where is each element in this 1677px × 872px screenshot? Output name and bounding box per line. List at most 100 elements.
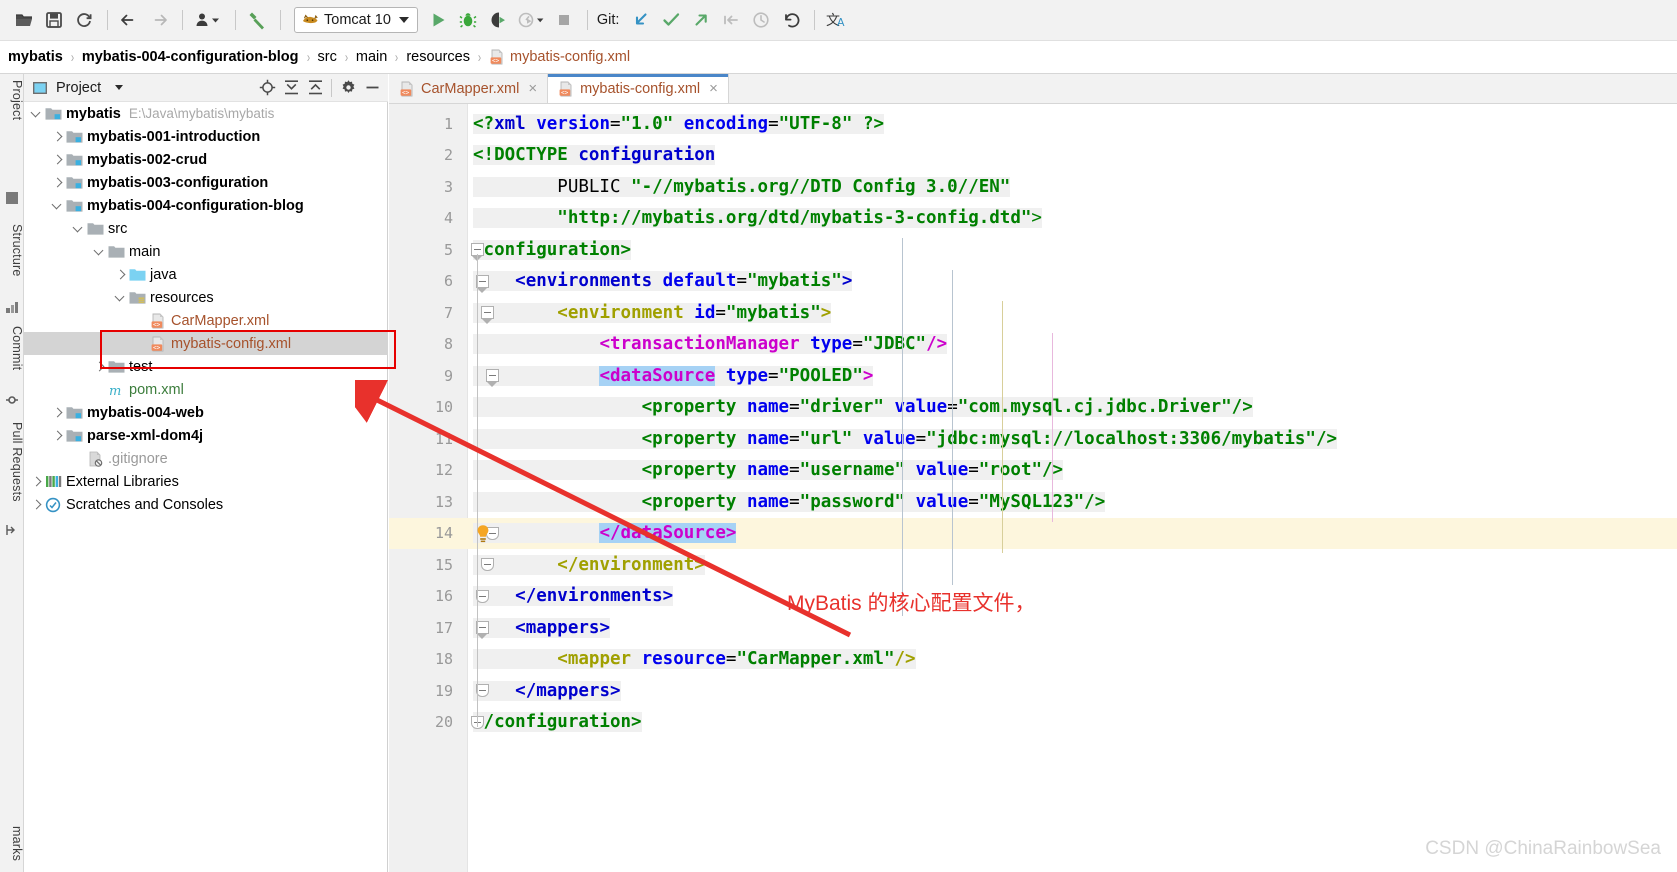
tree-node[interactable]: parse-xml-dom4j [24,424,388,447]
project-tree[interactable]: mybatis E:\Java\mybatis\mybatis mybatis-00… [24,102,388,872]
open-folder-icon[interactable] [10,6,38,34]
profile-run-icon[interactable] [514,6,548,34]
code-line[interactable]: 6 <environments default="mybatis"> [389,266,1677,298]
editor-tab[interactable]: <> mybatis-config.xml × [548,74,729,103]
git-update-icon[interactable] [627,6,655,34]
tree-node[interactable]: main [24,240,388,263]
git-history-clock-icon[interactable] [747,6,775,34]
chevron-right-icon[interactable] [51,153,65,167]
tree-node[interactable]: External Libraries [24,470,388,493]
code-token: "mybatis" [746,271,842,292]
tree-node[interactable]: test [24,355,388,378]
code-line[interactable]: 14 </dataSource> [389,517,1677,549]
editor-tab[interactable]: <> CarMapper.xml × [389,74,549,103]
build-hammer-icon[interactable] [243,6,271,34]
line-number: 14 [434,524,453,543]
code-line[interactable]: 19 </mappers> [389,675,1677,707]
sync-refresh-icon[interactable] [70,6,98,34]
tree-node[interactable]: mybatis-002-crud [24,148,388,171]
chevron-right-icon[interactable] [93,360,107,374]
breadcrumb-item[interactable]: mybatis-config.xml [510,49,630,65]
git-rollback-arrow-icon[interactable] [717,6,745,34]
chevron-right-icon[interactable] [114,268,128,282]
code-line[interactable]: 20 </configuration> [389,707,1677,739]
code-line[interactable]: 5 <configuration> [389,234,1677,266]
code-line[interactable]: 4 "http://mybatis.org/dtd/mybatis-3-conf… [389,203,1677,235]
tree-node[interactable]: java [24,263,388,286]
stop-icon[interactable] [550,6,578,34]
tree-node[interactable]: m pom.xml [24,378,388,401]
chevron-down-icon[interactable] [115,85,124,90]
tree-node[interactable]: mybatis E:\Java\mybatis\mybatis [24,102,388,125]
breadcrumb-item[interactable]: main [356,49,387,65]
chevron-right-icon[interactable] [30,475,44,489]
rail-item-pull-requests[interactable]: Pull Requests [0,422,24,502]
chevron-down-icon[interactable] [30,107,44,121]
code-line[interactable]: 12 <property name="username" value="root… [389,455,1677,487]
code-line[interactable]: 11 <property name="url" value="jdbc:mysq… [389,423,1677,455]
rail-item-commit[interactable]: Commit [0,326,24,370]
chevron-right-icon[interactable] [51,406,65,420]
chevron-right-icon[interactable] [51,429,65,443]
tree-node-selected[interactable]: <> mybatis-config.xml [24,332,388,355]
code-line[interactable]: 18 <mapper resource="CarMapper.xml"/> [389,644,1677,676]
code-line[interactable]: 13 <property name="password" value="MySQ… [389,486,1677,518]
code-line[interactable]: 7 <environment id="mybatis"> [389,297,1677,329]
git-commit-icon[interactable] [657,6,685,34]
code-line[interactable]: 1 <?xml version="1.0" encoding="UTF-8" ?> [389,108,1677,140]
chevron-right-icon[interactable] [51,176,65,190]
run-icon[interactable] [424,6,452,34]
rail-item-structure[interactable]: Structure [0,224,24,277]
profile-dropdown-icon[interactable] [190,6,226,34]
tree-node[interactable]: mybatis-004-configuration-blog [24,194,388,217]
fold-collapse-icon[interactable] [486,369,499,387]
git-push-icon[interactable] [687,6,715,34]
fold-end-icon[interactable] [481,558,494,571]
run-configuration-selector[interactable]: Tomcat 10 [294,7,418,33]
tree-node[interactable]: .gitignore [24,447,388,470]
debug-bug-icon[interactable] [454,6,482,34]
tree-node[interactable]: mybatis-003-configuration [24,171,388,194]
code-line[interactable]: 9 <dataSource type="POOLED"> [389,360,1677,392]
undo-icon[interactable] [777,6,805,34]
forward-arrow-icon[interactable] [145,6,173,34]
gear-icon[interactable] [336,76,360,100]
code-line[interactable]: 2 <!DOCTYPE configuration [389,140,1677,172]
chevron-down-icon[interactable] [114,291,128,305]
chevron-down-icon[interactable] [72,222,86,236]
code-editor[interactable]: 1 <?xml version="1.0" encoding="UTF-8" ?>… [389,104,1677,872]
close-icon[interactable]: × [526,81,539,96]
translate-icon[interactable]: 文A [822,6,850,34]
rail-item-project[interactable]: Project [0,80,24,120]
breadcrumb-item[interactable]: mybatis-004-configuration-blog [82,49,299,65]
minimize-icon[interactable] [360,76,384,100]
locate-target-icon[interactable] [255,76,279,100]
save-all-icon[interactable] [40,6,68,34]
tree-node[interactable]: mybatis-001-introduction [24,125,388,148]
chevron-down-icon[interactable] [51,199,65,213]
code-lines[interactable]: 1 <?xml version="1.0" encoding="UTF-8" ?>… [389,104,1677,872]
tree-node[interactable]: Scratches and Consoles [24,493,388,516]
run-coverage-icon[interactable] [484,6,512,34]
close-icon[interactable]: × [707,81,720,96]
breadcrumb-item[interactable]: mybatis [8,49,63,65]
rail-item-bookmarks[interactable]: marks [0,826,24,861]
tree-node[interactable]: resources [24,286,388,309]
chevron-down-icon[interactable] [93,245,107,259]
back-arrow-icon[interactable] [115,6,143,34]
intention-bulb-icon[interactable] [475,524,489,543]
chevron-right-icon[interactable] [51,130,65,144]
expand-all-icon[interactable] [279,76,303,100]
chevron-right-icon[interactable] [30,498,44,512]
tree-node[interactable]: mybatis-004-web [24,401,388,424]
breadcrumb-item[interactable]: resources [406,49,470,65]
fold-collapse-icon[interactable] [481,306,494,324]
breadcrumb-item[interactable]: src [318,49,337,65]
tree-node[interactable]: <> CarMapper.xml [24,309,388,332]
code-line[interactable]: 3 PUBLIC "-//mybatis.org//DTD Config 3.0… [389,171,1677,203]
collapse-all-icon[interactable] [303,76,327,100]
tree-node[interactable]: src [24,217,388,240]
code-line[interactable]: 10 <property name="driver" value="com.my… [389,392,1677,424]
code-line[interactable]: 15 </environment> [389,549,1677,581]
code-line[interactable]: 8 <transactionManager type="JDBC"/> [389,329,1677,361]
